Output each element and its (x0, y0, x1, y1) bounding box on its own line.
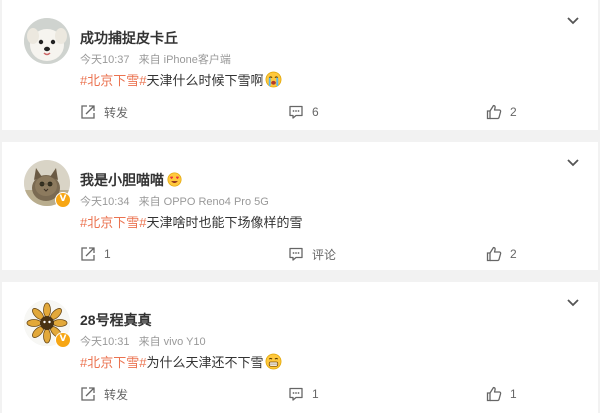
like-count: 2 (510, 105, 517, 119)
chevron-down-icon[interactable] (566, 298, 580, 308)
comment-feed: 成功捕捉皮卡丘 今天10:37 来自 iPhone客户端 #北京下雪#天津什么时… (0, 0, 600, 413)
heart-eyes-emoji-icon (167, 172, 182, 190)
like-count: 1 (510, 387, 517, 401)
comment-label: 评论 (312, 247, 337, 262)
grinning-face-emoji-icon (265, 353, 282, 373)
comment-icon (289, 105, 303, 119)
forward-count: 1 (104, 247, 111, 261)
forward-icon (81, 105, 95, 119)
hashtag-link[interactable]: #北京下雪# (80, 215, 146, 230)
source: 来自 iPhone客户端 (138, 54, 231, 66)
verified-badge: V (55, 192, 71, 208)
hashtag-link[interactable]: #北京下雪# (80, 355, 146, 370)
comment-card: 成功捕捉皮卡丘 今天10:37 来自 iPhone客户端 #北京下雪#天津什么时… (2, 0, 598, 130)
forward-button[interactable]: 转发 (80, 386, 128, 402)
timestamp: 今天10:37 (80, 54, 130, 66)
hashtag-link[interactable]: #北京下雪# (80, 73, 146, 88)
comment-body: 为什么天津还不下雪 (146, 355, 264, 370)
comment-button[interactable]: 评论 (288, 246, 336, 262)
chevron-down-icon[interactable] (566, 158, 580, 168)
thumbs-up-icon (486, 104, 502, 120)
thumbs-up-icon (486, 386, 502, 402)
chevron-down-icon[interactable] (566, 16, 580, 26)
timestamp: 今天10:31 (80, 336, 130, 348)
username[interactable]: 成功捕捉皮卡丘 (80, 28, 178, 48)
comment-card: V 我是小胆喵喵 今天10:34 来自 OPPO Reno4 Pro 5G #北… (2, 142, 598, 270)
verified-badge: V (55, 332, 71, 348)
timestamp: 今天10:34 (80, 196, 130, 208)
comment-icon (289, 387, 303, 401)
comment-text: #北京下雪#为什么天津还不下雪 (80, 352, 282, 373)
like-button[interactable]: 2 (486, 246, 517, 262)
comment-meta: 今天10:31 来自 vivo Y10 (80, 333, 206, 349)
comment-text: #北京下雪#天津什么时候下雪啊 (80, 70, 282, 91)
comment-count: 6 (312, 105, 319, 119)
like-button[interactable]: 2 (486, 104, 517, 120)
username[interactable]: 我是小胆喵喵 (80, 170, 182, 190)
comment-button[interactable]: 1 (288, 386, 319, 402)
source: 来自 vivo Y10 (138, 336, 206, 348)
comment-card: V 28号程真真 今天10:31 来自 vivo Y10 #北京下雪#为什么天津… (2, 282, 598, 413)
like-button[interactable]: 1 (486, 386, 517, 402)
crying-face-emoji-icon (265, 71, 282, 91)
forward-button[interactable]: 1 (80, 246, 111, 262)
like-count: 2 (510, 247, 517, 261)
forward-icon (81, 247, 95, 261)
comment-count: 1 (312, 387, 319, 401)
comment-button[interactable]: 6 (288, 104, 319, 120)
username[interactable]: 28号程真真 (80, 310, 152, 330)
comment-text: #北京下雪#天津啥时也能下场像样的雪 (80, 212, 302, 231)
forward-label: 转发 (104, 105, 129, 120)
forward-label: 转发 (104, 387, 129, 402)
comment-meta: 今天10:37 来自 iPhone客户端 (80, 51, 231, 67)
forward-button[interactable]: 转发 (80, 104, 128, 120)
source: 来自 OPPO Reno4 Pro 5G (138, 196, 269, 208)
white-dog-avatar-icon (24, 18, 70, 64)
thumbs-up-icon (486, 246, 502, 262)
comment-body: 天津啥时也能下场像样的雪 (146, 215, 303, 230)
comment-body: 天津什么时候下雪啊 (146, 73, 264, 88)
comment-icon (289, 247, 303, 261)
avatar[interactable] (24, 18, 70, 64)
comment-meta: 今天10:34 来自 OPPO Reno4 Pro 5G (80, 193, 269, 209)
forward-icon (81, 387, 95, 401)
